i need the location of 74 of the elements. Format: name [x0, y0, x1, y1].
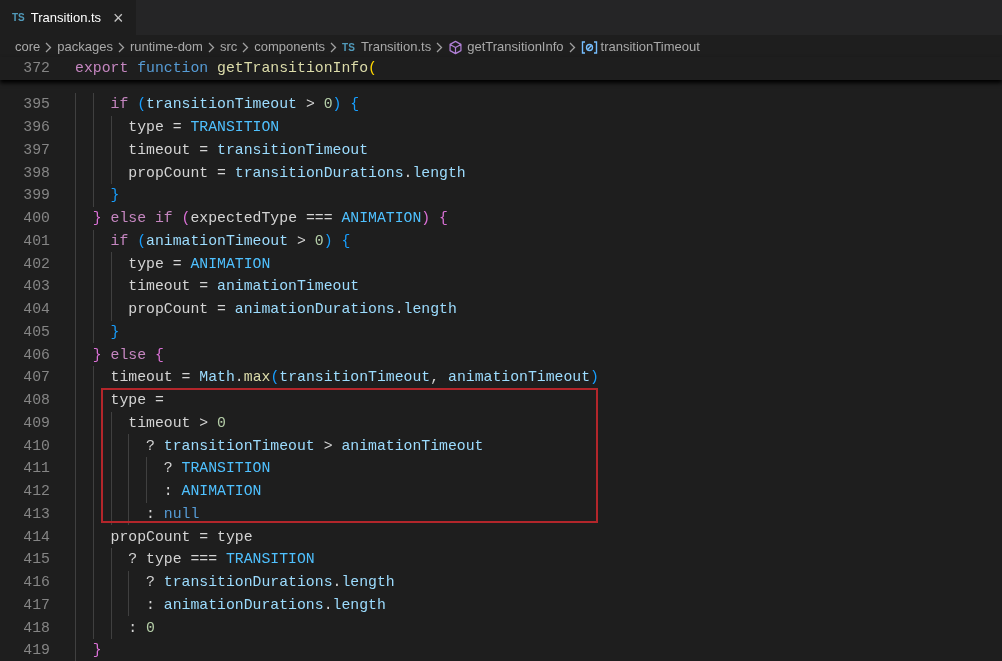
code-line: : ANIMATION	[162, 482, 262, 502]
code-line: if (animationTimeout > 0) {	[109, 231, 351, 251]
line-number: 414	[22, 527, 50, 547]
code-line: timeout = Math.max(transitionTimeout, animationTimeout)	[109, 368, 599, 388]
code-line: }	[109, 186, 120, 206]
line-number: 415	[22, 550, 50, 570]
chevron-right-icon	[436, 41, 444, 53]
close-icon[interactable]: ×	[113, 8, 124, 27]
code-line: }	[91, 641, 102, 661]
line-number: 416	[22, 573, 50, 593]
variable-icon	[580, 40, 598, 54]
line-number: 396	[22, 118, 50, 138]
code-line: if (transitionTimeout > 0) {	[109, 95, 360, 115]
line-number: 411	[22, 459, 50, 479]
cube-icon	[448, 39, 464, 55]
breadcrumb-item[interactable]: Transition.ts	[360, 37, 432, 57]
line-number: 417	[22, 595, 50, 615]
line-number: 413	[22, 504, 50, 524]
code-line: timeout = animationTimeout	[127, 277, 360, 297]
code-line: export function getTransitionInfo(	[75, 59, 377, 79]
line-number: 400	[22, 209, 50, 229]
breadcrumb-item[interactable]: packages	[57, 37, 113, 57]
chevron-right-icon	[568, 41, 576, 53]
code-line: ? type === TRANSITION	[127, 550, 315, 570]
typescript-label: TS	[342, 40, 355, 55]
line-number: 418	[22, 618, 50, 638]
code-line: timeout = transitionTimeout	[127, 140, 369, 160]
tab-label: Transition.ts	[30, 8, 102, 27]
code-line: ? transitionTimeout > animationTimeout	[145, 436, 484, 456]
chevron-right-icon	[45, 41, 53, 53]
line-number: 404	[22, 300, 50, 320]
chevron-right-icon	[242, 41, 250, 53]
line-number: 399	[22, 186, 50, 206]
line-number: 406	[22, 345, 50, 365]
line-number: 402	[22, 254, 50, 274]
line-number: 372	[22, 59, 50, 79]
code-line: propCount = animationDurations.length	[127, 300, 457, 320]
chevron-right-icon	[117, 41, 125, 53]
line-number: 419	[22, 641, 50, 661]
line-number: 401	[22, 231, 50, 251]
code-line: type =	[109, 391, 164, 411]
code-line: timeout > 0	[127, 413, 226, 433]
line-number: 395	[22, 95, 50, 115]
code-line: : null	[145, 504, 200, 524]
code-line: ? TRANSITION	[162, 459, 271, 479]
breadcrumb-item[interactable]: src	[219, 37, 238, 57]
code-line: } else {	[91, 345, 164, 365]
code-line: : animationDurations.length	[145, 595, 386, 615]
code-line: propCount = transitionDurations.length	[127, 163, 466, 183]
code-line: type = TRANSITION	[127, 118, 280, 138]
breadcrumb-item[interactable]: core	[15, 37, 41, 57]
code-line: }	[109, 322, 120, 342]
breadcrumb-item[interactable]: transitionTimeout	[600, 37, 700, 57]
line-number: 412	[22, 482, 50, 502]
line-number: 409	[22, 413, 50, 433]
line-number: 410	[22, 436, 50, 456]
chevron-right-icon	[330, 41, 338, 53]
line-number: 407	[22, 368, 50, 388]
chevron-right-icon	[207, 41, 215, 53]
typescript-label: TS	[12, 11, 25, 25]
code-line: propCount = type	[109, 527, 253, 547]
breadcrumb-item[interactable]: getTransitionInfo	[467, 37, 564, 57]
line-number: 397	[22, 140, 50, 160]
line-number: 398	[22, 163, 50, 183]
breadcrumb-item[interactable]: components	[254, 37, 326, 57]
line-number: 408	[22, 391, 50, 411]
line-number: 405	[22, 322, 50, 342]
line-number: 403	[22, 277, 50, 297]
code-line: : 0	[127, 618, 155, 638]
code-line: } else if (expectedType === ANIMATION) {	[91, 209, 448, 229]
breadcrumb-item[interactable]: runtime-dom	[129, 37, 203, 57]
code-line: type = ANIMATION	[127, 254, 271, 274]
code-line: ? transitionDurations.length	[145, 573, 395, 593]
editor-tab[interactable]: TS Transition.ts ×	[0, 0, 136, 35]
